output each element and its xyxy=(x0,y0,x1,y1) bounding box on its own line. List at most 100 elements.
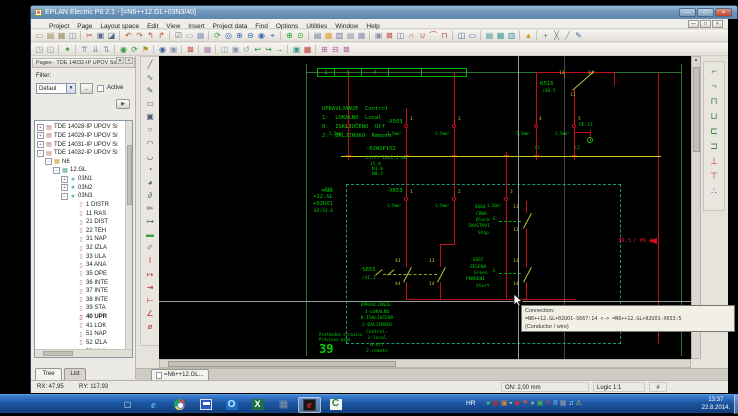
tree-expander-icon[interactable] xyxy=(69,331,76,338)
toolbar-icon[interactable] xyxy=(119,31,121,40)
tree-expander-icon[interactable]: + xyxy=(37,132,44,139)
drawing-tool-icon[interactable]: ▣ xyxy=(143,110,158,123)
tree-item[interactable]: ▯ 51 NAP xyxy=(35,330,125,339)
tree-item[interactable]: ▯ 34 ANA xyxy=(35,261,125,270)
tree-item[interactable]: ▯ 21 DIST xyxy=(35,218,125,227)
filter-expand-button[interactable]: ▶ xyxy=(116,99,130,109)
toolbar-icon[interactable] xyxy=(215,45,217,54)
menu-item[interactable]: Help xyxy=(362,23,383,30)
toolbar-icon[interactable] xyxy=(153,45,155,54)
toolbar-icon[interactable]: ▣ xyxy=(95,30,106,41)
tree-expander-icon[interactable] xyxy=(69,236,76,243)
minimize-button[interactable]: — xyxy=(679,8,696,17)
tree-expander-icon[interactable] xyxy=(69,288,76,295)
taskbar-app-button[interactable]: e xyxy=(298,397,321,413)
connection-tool-icon[interactable]: ⊐ xyxy=(706,139,722,154)
tree-item[interactable]: − ▦ 12.GL xyxy=(35,166,125,175)
tree-item[interactable]: ▯ 1 DISTR xyxy=(35,201,125,210)
menu-item[interactable]: Edit xyxy=(143,23,162,30)
toolbar-icon[interactable]: ▭ xyxy=(34,30,45,41)
tree-expander-icon[interactable] xyxy=(69,296,76,303)
drawing-tool-icon[interactable]: ○ xyxy=(143,123,158,136)
connection-tool-icon[interactable]: ⊏ xyxy=(706,124,722,139)
drawing-tool-icon[interactable]: ⇥ xyxy=(143,281,158,294)
drawing-tool-icon[interactable]: ╱ xyxy=(143,58,158,71)
drawing-tool-icon[interactable]: ✏ xyxy=(143,202,158,215)
tray-icon[interactable]: ● xyxy=(530,399,534,409)
tree-item[interactable]: − ∗ 03N3 xyxy=(35,192,125,201)
toolbar-icon[interactable] xyxy=(181,45,183,54)
toolbar-icon[interactable]: ▣ xyxy=(373,30,384,41)
tree-expander-icon[interactable] xyxy=(69,201,76,208)
menu-item[interactable]: Page xyxy=(73,23,96,30)
drawing-tool-icon[interactable]: ⊢ xyxy=(143,294,158,307)
toolbar-icon[interactable]: ⊠ xyxy=(185,44,196,55)
tree-expander-icon[interactable] xyxy=(69,219,76,226)
connection-tool-icon[interactable]: ⊥ xyxy=(706,154,722,169)
tree-item[interactable]: ▯ 33 ULA xyxy=(35,252,125,261)
toolbar-icon[interactable]: ✂ xyxy=(84,30,95,41)
tab-list[interactable]: List xyxy=(64,368,86,380)
taskbar-app-button[interactable]: C xyxy=(324,397,347,413)
tree-expander-icon[interactable] xyxy=(69,245,76,252)
tree-item[interactable]: + ▤ TDE 14028-IP UPOV Si xyxy=(35,123,125,132)
toolbar-icon[interactable] xyxy=(80,31,82,40)
toolbar-icon[interactable] xyxy=(308,31,310,40)
toolbar-icon[interactable]: ⊞ xyxy=(319,44,330,55)
tree-item[interactable]: ▯ 22 TEH xyxy=(35,227,125,236)
toolbar-icon[interactable]: ↰ xyxy=(145,30,156,41)
toolbar-icon[interactable]: ▥ xyxy=(334,30,345,41)
toolbar-icon[interactable]: ⊠ xyxy=(341,44,352,55)
tree-item[interactable]: ▯ 31 NAP xyxy=(35,235,125,244)
tree-expander-icon[interactable] xyxy=(69,253,76,260)
filter-browse-button[interactable]: ... xyxy=(80,83,93,94)
toolbar-icon[interactable] xyxy=(536,31,538,40)
maximize-button[interactable]: □ xyxy=(697,8,714,17)
taskbar[interactable]: ▢eOX▦eC HR ●▦▣▪◉⚑●▣✈B▦♫⚠ 13:37 22.8.2014… xyxy=(0,394,738,413)
tree-expander-icon[interactable] xyxy=(69,279,76,286)
taskbar-app-button[interactable]: e xyxy=(142,397,165,413)
taskbar-app-button[interactable]: ▦ xyxy=(272,397,295,413)
menu-item[interactable]: Options xyxy=(272,23,302,30)
toolbar-icon[interactable]: ▦ xyxy=(495,30,506,41)
tree-item[interactable]: + ∗ 03N2 xyxy=(35,183,125,192)
toolbar-icon[interactable] xyxy=(169,31,171,40)
toolbar-icon[interactable]: ⇈ xyxy=(79,44,90,55)
toolbar-icon[interactable]: ↷ xyxy=(134,30,145,41)
toolbar-icon[interactable]: ◫ xyxy=(395,30,406,41)
tree-expander-icon[interactable]: − xyxy=(61,193,68,200)
toolbar-icon[interactable]: ▭ xyxy=(467,30,478,41)
menu-item[interactable]: Layout space xyxy=(96,23,143,30)
connection-tool-icon[interactable]: ⌐ xyxy=(706,64,722,79)
toolbar-icon[interactable]: ☑ xyxy=(173,30,184,41)
toolbar-icon[interactable] xyxy=(208,31,210,40)
taskbar-clock[interactable]: 13:37 22.8.2014. xyxy=(702,397,730,412)
toolbar-icon[interactable]: ◫ xyxy=(219,44,230,55)
toolbar-icon[interactable]: ▥ xyxy=(506,30,517,41)
menu-item[interactable]: Find xyxy=(251,23,272,30)
child-close-button[interactable]: × xyxy=(712,20,723,28)
toolbar-icon[interactable]: ▦ xyxy=(356,30,367,41)
tree-vscrollbar[interactable] xyxy=(125,121,132,350)
panel-collapse-button[interactable]: ▾ xyxy=(116,57,124,64)
taskbar-app-button[interactable]: O xyxy=(220,397,243,413)
menu-item[interactable]: Window xyxy=(331,23,362,30)
toolbar-icon[interactable]: ◉ xyxy=(256,30,267,41)
tree-item[interactable]: ▯ 32 IZLA xyxy=(35,244,125,253)
toolbar-icon[interactable]: ▦ xyxy=(195,30,206,41)
connection-tool-icon[interactable]: ⊤ xyxy=(706,169,722,184)
tree-expander-icon[interactable]: + xyxy=(61,184,68,191)
tree-item[interactable]: ▯ 41 LOK xyxy=(35,321,125,330)
tray-icon[interactable]: ▪ xyxy=(509,399,511,409)
tree-item[interactable]: + ∗ 03N1 xyxy=(35,175,125,184)
toolbar-icon[interactable]: ↩ xyxy=(252,44,263,55)
toolbar-icon[interactable]: ▭ xyxy=(184,30,195,41)
toolbar-icon[interactable]: ∩ xyxy=(406,30,417,41)
tree-hscrollbar[interactable] xyxy=(35,349,133,357)
tray-icon[interactable]: ▣ xyxy=(501,399,508,409)
filter-combobox[interactable]: Defaul ▼ xyxy=(36,83,76,94)
toolbar-icon[interactable]: ◉ xyxy=(157,44,168,55)
tray-icon[interactable]: ◉ xyxy=(514,399,520,409)
toolbar-icon[interactable]: ▦ xyxy=(323,30,334,41)
toolbar-icon[interactable]: ▤ xyxy=(345,30,356,41)
